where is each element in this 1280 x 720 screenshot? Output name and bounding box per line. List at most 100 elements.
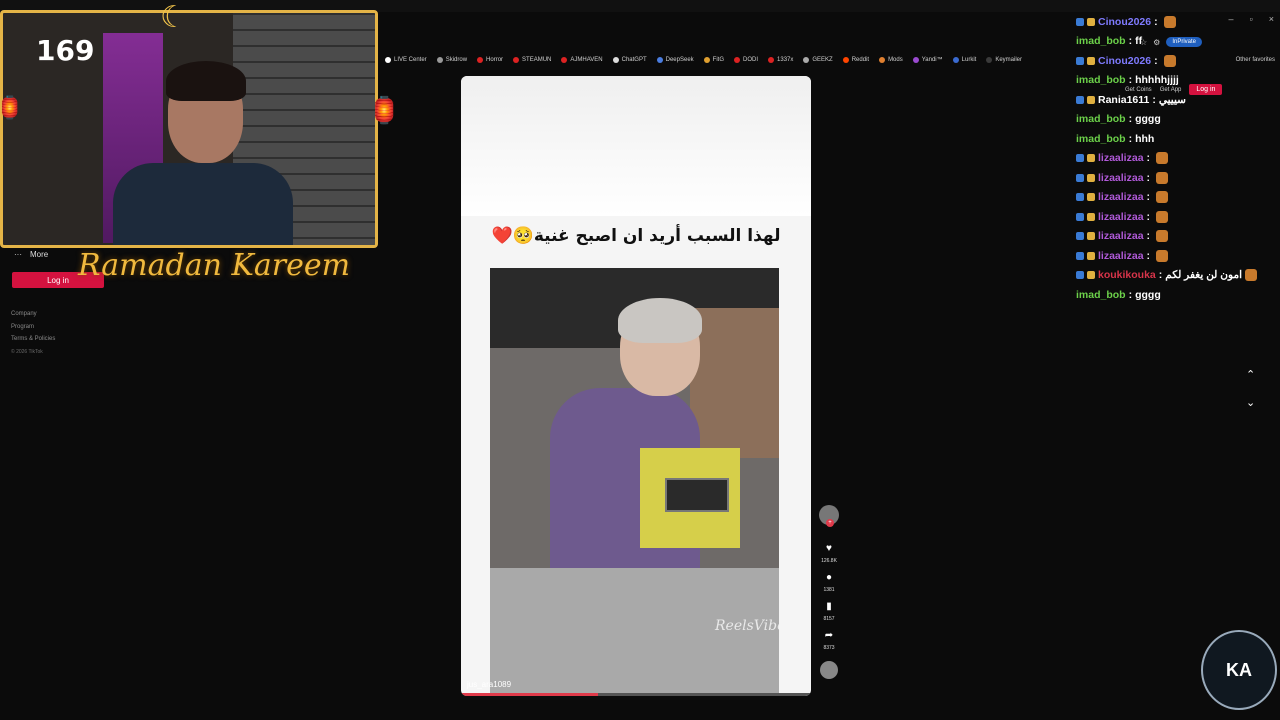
channel-logo: KA [1201, 630, 1277, 710]
chat-username[interactable]: lizaalizaa [1098, 230, 1144, 242]
emote-icon [1156, 191, 1169, 204]
bookmark-label: AJMHAVEN [570, 57, 603, 63]
bookmark-label: STEAMUN [522, 57, 552, 63]
chat-message: lizaalizaa: [1076, 188, 1280, 208]
viewer-counter: 169 [36, 34, 95, 67]
creator-avatar[interactable]: + [819, 505, 839, 527]
bookmark-item[interactable]: Yandi™ [908, 57, 948, 63]
bookmark-item[interactable]: DeepSeek [652, 57, 699, 63]
footer-link-terms[interactable]: Terms & Policies [11, 333, 55, 346]
bookmark-favicon-icon [703, 57, 710, 63]
chat-username[interactable]: Rania1611 [1098, 94, 1149, 106]
bookmark-item[interactable]: ChatGPT [608, 57, 652, 63]
chat-text: gggg [1135, 288, 1161, 301]
subscriber-badge-icon [1076, 173, 1084, 182]
chat-username[interactable]: lizaalizaa [1098, 191, 1144, 203]
more-label: More [30, 250, 49, 259]
chat-username[interactable]: koukikouka [1098, 269, 1156, 281]
crown-badge-icon [1087, 173, 1095, 182]
footer-link-program[interactable]: Program [11, 321, 55, 334]
crown-badge-icon [1087, 154, 1095, 163]
comment-action[interactable]: ● 1381 [823, 572, 834, 593]
chat-message: imad_bob: gggg [1076, 110, 1280, 130]
bookmark-favicon-icon [986, 57, 993, 63]
chat-message: imad_bob: ff [1076, 32, 1280, 52]
video-header-area [461, 76, 811, 216]
scene-woman-hair [618, 298, 702, 343]
chat-username[interactable]: imad_bob [1076, 74, 1126, 86]
chat-username[interactable]: lizaalizaa [1098, 152, 1144, 164]
video-progress-bar[interactable] [461, 693, 811, 696]
bookmark-item[interactable]: LIVE Center [380, 57, 432, 63]
chat-username[interactable]: imad_bob [1076, 289, 1126, 301]
chat-message: lizaalizaa: [1076, 168, 1280, 188]
share-count: 8373 [823, 645, 835, 651]
bookmark-favicon-icon [656, 57, 663, 63]
chevron-up-icon[interactable]: ⌃ [1246, 368, 1255, 381]
follow-plus-icon[interactable]: + [826, 519, 834, 527]
chevron-down-icon[interactable]: ⌄ [1246, 396, 1255, 409]
save-action[interactable]: ▮ 8157 [823, 601, 834, 622]
bookmark-item[interactable]: STEAMUN [508, 57, 556, 63]
chat-username[interactable]: lizaalizaa [1098, 211, 1144, 223]
bookmark-item[interactable]: 1337x [763, 57, 798, 63]
bookmark-item[interactable]: AJMHAVEN [556, 57, 607, 63]
bookmark-favicon-icon [612, 57, 619, 63]
chat-separator: : [1152, 93, 1156, 106]
emote-icon [1156, 230, 1169, 243]
more-menu[interactable]: ··· More [14, 250, 48, 259]
bookmark-item[interactable]: Reddit [838, 57, 874, 63]
chat-username[interactable]: lizaalizaa [1098, 250, 1144, 262]
crescent-moon-icon: ☾ [160, 1, 187, 34]
bookmark-item[interactable]: DODI [729, 57, 763, 63]
bookmark-favicon-icon [952, 57, 959, 63]
subscriber-badge-icon [1076, 154, 1084, 163]
bookmark-favicon-icon [768, 57, 775, 63]
video-frame[interactable]: ReelsVibes [490, 268, 779, 696]
bookmark-item[interactable]: Skidrow [432, 57, 472, 63]
video-username[interactable]: jus_ara1089 [467, 680, 511, 689]
subscriber-badge-icon [1076, 95, 1084, 104]
crown-badge-icon [1087, 193, 1095, 202]
like-action[interactable]: ♥ 126.8K [821, 543, 837, 564]
bookmark-item[interactable]: Mods [874, 57, 908, 63]
comment-count: 1381 [823, 587, 835, 593]
scene-shelf [690, 308, 779, 458]
subscriber-badge-icon [1076, 56, 1084, 65]
bookmark-favicon-icon [436, 57, 443, 63]
chat-separator: : [1154, 54, 1158, 67]
bookmark-item[interactable]: FitG [699, 57, 729, 63]
bookmark-label: Reddit [851, 57, 870, 63]
footer-link-company[interactable]: Company [11, 308, 55, 321]
chat-username[interactable]: Cinou2026 [1098, 16, 1151, 28]
chat-text: امون لن يغفر لكم [1165, 269, 1242, 282]
chat-separator: : [1146, 249, 1151, 262]
bookmark-icon: ▮ [826, 601, 832, 612]
chat-separator: : [1128, 288, 1133, 301]
video-player[interactable]: لهذا السبب أريد ان اصبح غنية🥺❤️ ReelsVib… [461, 76, 811, 696]
bookmark-label: DODI [743, 57, 759, 63]
bookmark-item[interactable]: Horror [472, 57, 508, 63]
bookmark-label: GEEKZ [812, 57, 833, 63]
bookmark-item[interactable]: Lurkit [948, 57, 982, 63]
bookmark-favicon-icon [734, 57, 741, 63]
subscriber-badge-icon [1076, 232, 1084, 241]
chat-username[interactable]: imad_bob [1076, 113, 1126, 125]
chat-separator: : [1146, 210, 1151, 223]
bookmark-item[interactable]: Keymailer [981, 57, 1027, 63]
chat-username[interactable]: Cinou2026 [1098, 55, 1151, 67]
chat-username[interactable]: lizaalizaa [1098, 172, 1144, 184]
chat-username[interactable]: imad_bob [1076, 35, 1126, 47]
subscriber-badge-icon [1076, 212, 1084, 221]
chat-text: سيييي [1158, 93, 1186, 106]
crown-badge-icon [1087, 251, 1095, 260]
sound-disc-icon[interactable] [820, 661, 838, 679]
chat-separator: : [1128, 35, 1133, 48]
comment-icon: ● [825, 572, 833, 583]
chat-username[interactable]: imad_bob [1076, 133, 1126, 145]
emote-icon [1156, 171, 1169, 184]
bookmark-item[interactable]: GEEKZ [798, 57, 837, 63]
video-progress-fill [461, 693, 598, 696]
chat-text: ff [1135, 35, 1143, 48]
share-action[interactable]: ➦ 8373 [823, 630, 834, 651]
